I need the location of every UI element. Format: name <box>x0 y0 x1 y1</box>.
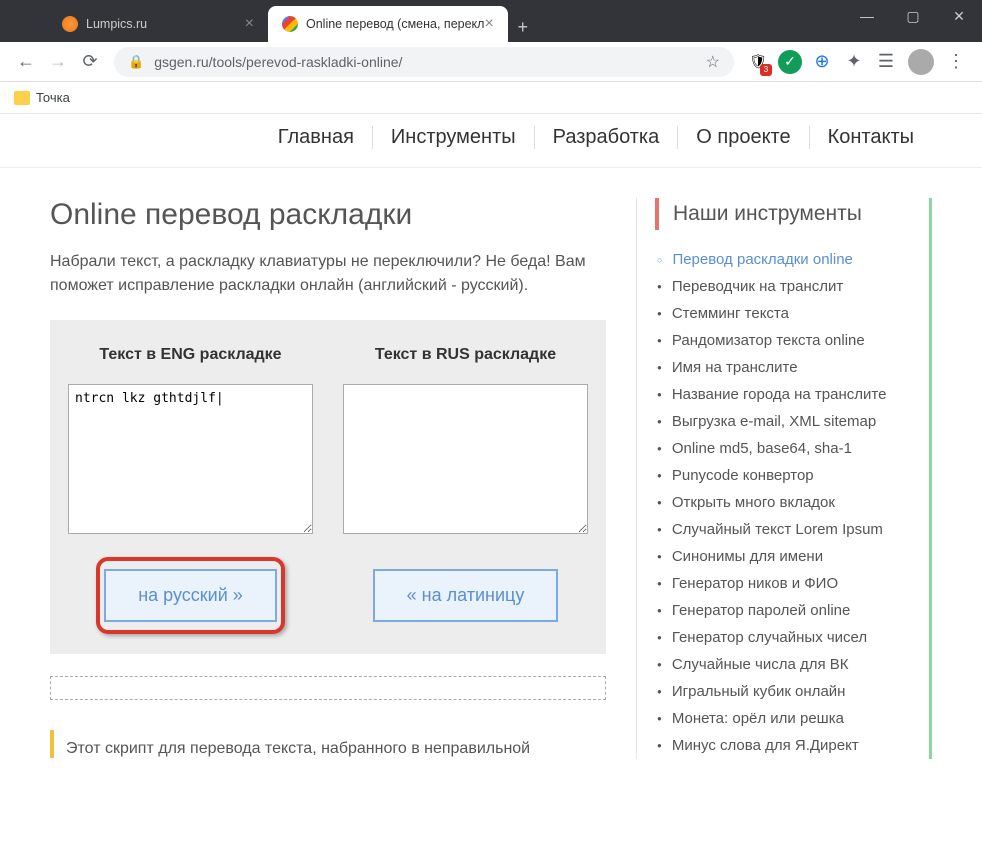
profile-avatar[interactable] <box>908 49 934 75</box>
tool-link[interactable]: Генератор паролей online <box>655 597 929 624</box>
minimize-button[interactable]: — <box>844 0 890 32</box>
page-title: Online перевод раскладки <box>50 198 606 232</box>
bookmark-folder[interactable]: Точка <box>14 90 70 105</box>
tool-link[interactable]: Online md5, base64, sha-1 <box>655 435 929 462</box>
reload-button[interactable]: ⟳ <box>74 46 106 78</box>
maximize-button[interactable]: ▢ <box>890 0 936 32</box>
address-bar[interactable]: 🔒 gsgen.ru/tools/perevod-raskladki-onlin… <box>114 47 734 77</box>
tools-list: Перевод раскладки online Переводчик на т… <box>655 246 929 759</box>
favicon-icon <box>282 16 298 32</box>
rus-textarea[interactable] <box>343 384 588 534</box>
close-icon[interactable]: × <box>245 15 254 33</box>
tool-link[interactable]: Открыть много вкладок <box>655 489 929 516</box>
tool-link[interactable]: Монета: орёл или решка <box>655 705 929 732</box>
tool-link[interactable]: Игральный кубик онлайн <box>655 678 929 705</box>
eng-textarea[interactable] <box>68 384 313 534</box>
tool-link[interactable]: Минус слова для Я.Директ <box>655 732 929 759</box>
eng-column-label: Текст в ENG раскладке <box>68 346 313 364</box>
tool-link[interactable]: Название города на транслите <box>655 381 929 408</box>
nav-dev[interactable]: Разработка <box>535 126 679 149</box>
browser-titlebar: Lumpics.ru × Online перевод (смена, пере… <box>0 0 982 42</box>
to-russian-button[interactable]: на русский » <box>104 569 277 622</box>
tab-title: Lumpics.ru <box>86 17 147 31</box>
tab-title: Online перевод (смена, перекл <box>306 17 484 31</box>
ad-placeholder <box>50 676 606 700</box>
intro-text: Набрали текст, а раскладку клавиатуры не… <box>50 250 606 298</box>
bookmarks-bar: Точка <box>0 82 982 114</box>
tool-link[interactable]: Выгрузка e-mail, XML sitemap <box>655 408 929 435</box>
converter-panel: Текст в ENG раскладке Текст в RUS раскла… <box>50 320 606 654</box>
tool-link[interactable]: Случайный текст Lorem Ipsum <box>655 516 929 543</box>
page-viewport[interactable]: Главная Инструменты Разработка О проекте… <box>0 114 982 854</box>
main-content: Online перевод раскладки Набрали текст, … <box>50 198 606 759</box>
browser-tab[interactable]: Lumpics.ru × <box>48 6 268 42</box>
site-nav: Главная Инструменты Разработка О проекте… <box>0 114 982 168</box>
lock-icon: 🔒 <box>128 54 144 70</box>
tool-link[interactable]: Случайные числа для ВК <box>655 651 929 678</box>
nav-tools[interactable]: Инструменты <box>373 126 535 149</box>
tool-link[interactable]: Стемминг текста <box>655 300 929 327</box>
tool-link[interactable]: Punycode конвертор <box>655 462 929 489</box>
description-text: Этот скрипт для перевода текста, набранн… <box>50 730 606 758</box>
reading-list-icon[interactable]: ☰ <box>870 46 902 78</box>
sidebar: Наши инструменты Перевод раскладки onlin… <box>636 198 932 759</box>
extensions-button[interactable]: ✦ <box>838 46 870 78</box>
folder-icon <box>14 91 30 105</box>
tool-link[interactable]: Перевод раскладки online <box>655 246 929 273</box>
sidebar-title: Наши инструменты <box>655 198 929 230</box>
to-latin-button[interactable]: « на латиницу <box>373 569 559 622</box>
tool-link[interactable]: Генератор случайных чисел <box>655 624 929 651</box>
tool-link[interactable]: Переводчик на транслит <box>655 273 929 300</box>
new-tab-button[interactable]: + <box>508 12 538 42</box>
close-window-button[interactable]: ✕ <box>936 0 982 32</box>
tool-link[interactable]: Рандомизатор текста online <box>655 327 929 354</box>
browser-tab-active[interactable]: Online перевод (смена, перекл × <box>268 6 508 42</box>
tool-link[interactable]: Генератор ников и ФИО <box>655 570 929 597</box>
rus-column-label: Текст в RUS раскладке <box>343 346 588 364</box>
close-icon[interactable]: × <box>484 15 493 33</box>
tool-link[interactable]: Синонимы для имени <box>655 543 929 570</box>
nav-home[interactable]: Главная <box>260 126 373 149</box>
tool-link[interactable]: Имя на транслите <box>655 354 929 381</box>
extension-icon[interactable]: 🛡 <box>746 50 770 74</box>
url-text: gsgen.ru/tools/perevod-raskladki-online/ <box>154 54 402 70</box>
back-button[interactable]: ← <box>10 46 42 78</box>
nav-about[interactable]: О проекте <box>678 126 809 149</box>
forward-button[interactable]: → <box>42 46 74 78</box>
bookmark-star-icon[interactable]: ☆ <box>706 52 720 72</box>
menu-button[interactable]: ⋮ <box>940 46 972 78</box>
extension-icon[interactable]: ⊕ <box>810 50 834 74</box>
favicon-icon <box>62 16 78 32</box>
browser-toolbar: ← → ⟳ 🔒 gsgen.ru/tools/perevod-raskladki… <box>0 42 982 82</box>
bookmark-label: Точка <box>36 90 70 105</box>
nav-contacts[interactable]: Контакты <box>810 126 932 149</box>
extension-icon[interactable]: ✓ <box>778 50 802 74</box>
